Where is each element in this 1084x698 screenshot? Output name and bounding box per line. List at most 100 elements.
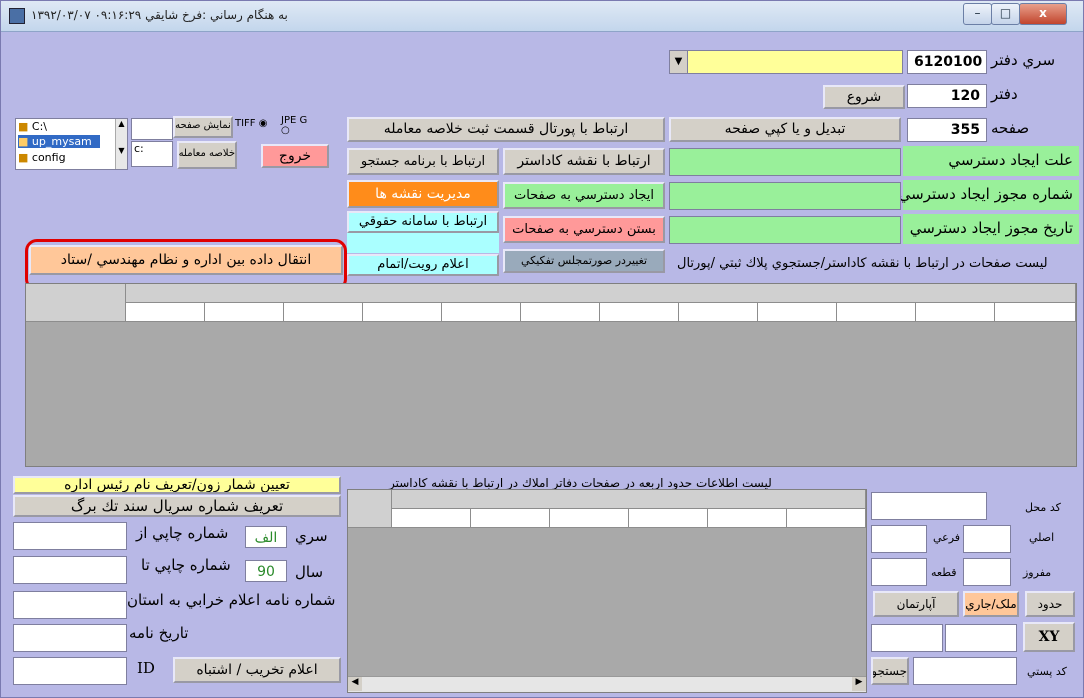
bounds-list-title: ليست اطلاعات حدود اربعه در صفحات دفاتر ا… <box>389 476 772 490</box>
grid-cell[interactable] <box>205 303 284 322</box>
folder-open-icon: ■ <box>18 135 29 148</box>
change-separation-button[interactable]: تغييردر صورتمجلس تفكيكي <box>503 249 665 273</box>
sub-plot-field[interactable] <box>871 525 927 553</box>
grid-cell[interactable] <box>679 303 758 322</box>
create-access-button[interactable]: ايجاد دسترسي به صفحات <box>503 182 665 209</box>
radio-on-icon: ◉ <box>258 118 268 129</box>
separated-field[interactable] <box>963 558 1011 586</box>
property-button[interactable]: ملک/جاري <box>963 591 1019 617</box>
chevron-down-icon[interactable]: ▼ <box>670 51 688 73</box>
letter-no-field[interactable] <box>13 591 127 619</box>
exit-button[interactable]: خروج <box>261 144 329 168</box>
grid-corner <box>348 490 392 528</box>
cadastre-map-button[interactable]: ارتباط با نقشه كاداستر <box>503 148 665 175</box>
notify-visit-button[interactable]: اعلام رويت/اتمام <box>347 254 499 276</box>
main-plot-field[interactable] <box>963 525 1011 553</box>
directory-tree[interactable]: ■ C:\ ■ up_mysam ■ config ▲ ▼ <box>15 118 128 170</box>
letter-date-label: تاريخ نامه <box>129 624 189 642</box>
page-field[interactable]: 355 <box>907 118 987 142</box>
legal-system-button[interactable]: ارتباط با سامانه حقوقي <box>347 211 499 233</box>
radio-off-icon: ○ <box>281 125 290 136</box>
grid-cell[interactable] <box>787 509 866 528</box>
permit-date-field[interactable] <box>669 216 901 244</box>
serial-define-button[interactable]: تعريف شماره سريال سند تك برگ <box>13 495 341 517</box>
year-field[interactable]: 90 <box>245 560 287 582</box>
grid-cell[interactable] <box>442 303 521 322</box>
id-field[interactable] <box>13 657 127 685</box>
grid-cell[interactable] <box>758 303 837 322</box>
pages-grid[interactable] <box>25 283 1077 467</box>
piece-field[interactable] <box>871 558 927 586</box>
dir-item-config[interactable]: ■ config <box>18 151 66 164</box>
destruction-button[interactable]: اعلام تخريب / اشتباه <box>173 657 341 683</box>
access-reason-field[interactable] <box>669 148 901 176</box>
start-button[interactable]: شروع <box>823 85 905 109</box>
show-page-button[interactable]: نمايش صفحه <box>173 116 233 138</box>
dir-item-root[interactable]: ■ C:\ <box>18 120 47 133</box>
grid-cell[interactable] <box>708 509 787 528</box>
y-coord-field[interactable] <box>945 624 1017 652</box>
dir-item-up-mysam[interactable]: ■ up_mysam <box>18 135 100 148</box>
scroll-right-icon[interactable]: ▶ <box>852 677 866 691</box>
print-from-label: شماره چاپي از <box>136 524 229 542</box>
print-from-field[interactable] <box>13 522 127 550</box>
file-list-box[interactable] <box>131 118 173 140</box>
permit-date-label: تاريخ مجوز ايجاد دسترسي <box>909 219 1073 237</box>
grid-cell[interactable] <box>995 303 1076 322</box>
summary-button[interactable]: خلاصه معامله <box>177 141 237 169</box>
minimize-button[interactable]: – <box>963 3 992 25</box>
zone-no-button[interactable]: تعيين شمار زون/تعريف نام رئيس اداره <box>13 476 341 494</box>
letter-date-field[interactable] <box>13 624 127 652</box>
permit-no-label-bg: شماره مجوز ايجاد دسترسي <box>899 180 1079 210</box>
permit-no-field[interactable] <box>669 182 901 210</box>
close-access-button[interactable]: بستن دسترسي به صفحات <box>503 216 665 243</box>
permit-date-label-bg: تاريخ مجوز ايجاد دسترسي <box>903 214 1079 244</box>
print-to-field[interactable] <box>13 556 127 584</box>
map-management-button[interactable]: مديريت نقشه ها <box>347 180 499 208</box>
book-select[interactable]: ▼ <box>669 50 903 74</box>
bounds-button[interactable]: حدود <box>1025 591 1075 617</box>
grid-cell[interactable] <box>600 303 679 322</box>
book-label: دفتر <box>991 85 1018 103</box>
scroll-left-icon[interactable]: ◀ <box>348 677 362 691</box>
book-field[interactable]: 120 <box>907 84 987 108</box>
serial-field[interactable]: 6120100 <box>907 50 987 74</box>
grid-cell[interactable] <box>521 303 600 322</box>
search-button[interactable]: جستجو <box>871 657 909 685</box>
jpeg-radio[interactable]: JPE G ○ <box>281 116 311 136</box>
xy-button[interactable]: XY <box>1023 622 1075 652</box>
tree-scrollbar[interactable]: ▲ ▼ <box>115 119 127 169</box>
drive-select[interactable]: c: <box>131 141 173 167</box>
maximize-button[interactable]: □ <box>991 3 1020 25</box>
grid-cell[interactable] <box>363 303 442 322</box>
id-label: ID <box>137 659 155 677</box>
grid-cell[interactable] <box>916 303 995 322</box>
bounds-hscrollbar[interactable]: ◀ ▶ <box>348 676 866 692</box>
series-field[interactable]: الف <box>245 526 287 548</box>
grid-cell[interactable] <box>837 303 916 322</box>
access-reason-label: علت ايجاد دسترسي <box>948 151 1073 169</box>
grid-cell[interactable] <box>629 509 708 528</box>
bounds-grid[interactable]: ◀ ▶ <box>347 489 867 693</box>
apartment-button[interactable]: آپارتمان <box>873 591 959 617</box>
search-program-button[interactable]: ارتباط با برنامه جستجو <box>347 148 499 175</box>
x-coord-field[interactable] <box>871 624 943 652</box>
app-icon <box>9 8 25 24</box>
location-code-field[interactable] <box>871 492 987 520</box>
tiff-radio[interactable]: TIFF ◉ <box>235 118 267 129</box>
postal-code-label: كد پستي <box>1027 665 1067 678</box>
location-code-label: كد محل <box>1025 501 1061 514</box>
window-title: به هنگام رساني :فرخ شايقي ٠٩:١۶:٢٩ ١٣٩٢/… <box>31 8 288 22</box>
postal-code-field[interactable] <box>913 657 1017 685</box>
convert-copy-button[interactable]: تبديل و يا كپي صفحه <box>669 117 901 142</box>
legal-system-field <box>347 233 499 253</box>
grid-cell[interactable] <box>284 303 363 322</box>
portal-summary-button[interactable]: ارتباط با پورتال قسمت ثبت خلاصه معامله <box>347 117 665 142</box>
title-bar: به هنگام رساني :فرخ شايقي ٠٩:١۶:٢٩ ١٣٩٢/… <box>1 1 1083 32</box>
grid-corner <box>26 284 126 322</box>
grid-cell[interactable] <box>126 303 205 322</box>
grid-cell[interactable] <box>392 509 471 528</box>
close-button[interactable]: x <box>1019 3 1067 25</box>
grid-cell[interactable] <box>471 509 550 528</box>
grid-cell[interactable] <box>550 509 629 528</box>
